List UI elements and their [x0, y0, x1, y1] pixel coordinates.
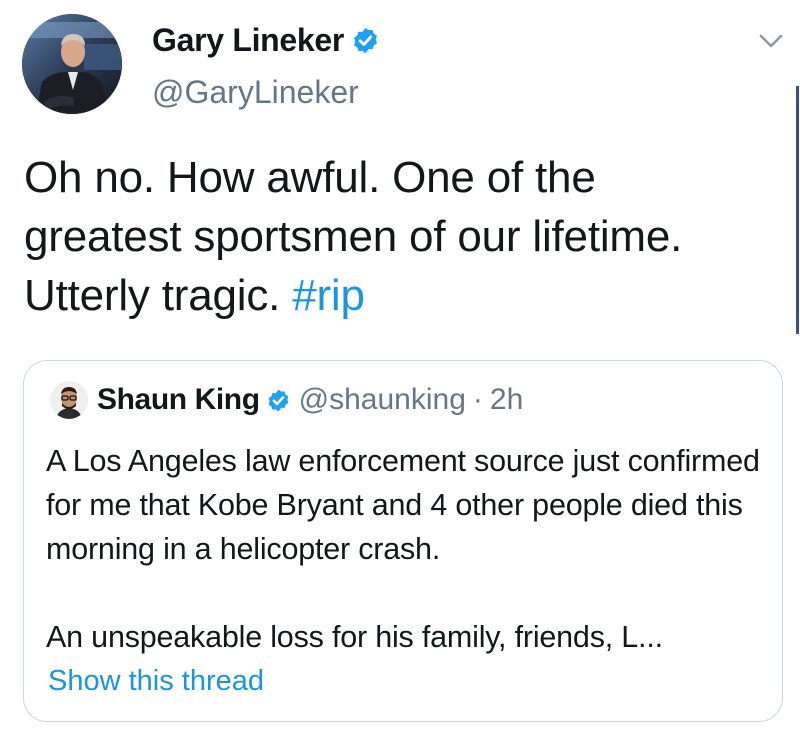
quoted-paragraph: A Los Angeles law enforcement source jus… [46, 444, 760, 566]
verified-badge-icon [268, 389, 289, 411]
author-name-row: Gary Lineker [152, 22, 380, 59]
quoted-timestamp[interactable]: 2h [490, 383, 523, 417]
edge-divider [796, 86, 799, 334]
show-thread-link[interactable]: Show this thread [48, 665, 264, 698]
chevron-down-icon[interactable] [758, 30, 784, 52]
author-handle[interactable]: @GaryLineker [152, 74, 359, 111]
tweet-text: Oh no. How awful. One of the greatest sp… [24, 148, 764, 325]
author-avatar-image [22, 14, 122, 114]
author-avatar[interactable] [22, 14, 122, 114]
quoted-author-avatar[interactable] [50, 381, 88, 419]
quoted-paragraph: An unspeakable loss for his family, frie… [46, 620, 663, 654]
quoted-author-avatar-image [50, 381, 88, 419]
verified-badge-icon [354, 27, 378, 54]
author-display-name[interactable]: Gary Lineker [152, 22, 344, 59]
hashtag-link[interactable]: #rip [292, 271, 365, 320]
header-separator: · [472, 383, 483, 416]
tweet: Gary Lineker @GaryLineker Oh no. How awf… [0, 0, 800, 753]
quoted-tweet-text: A Los Angeles law enforcement source jus… [46, 439, 768, 659]
quoted-author-handle[interactable]: @shaunking [299, 383, 466, 417]
quoted-tweet-card[interactable]: Shaun King @shaunking · 2h A Los Angeles… [23, 360, 783, 722]
quoted-author-name[interactable]: Shaun King [97, 383, 260, 417]
quoted-tweet-header: Shaun King @shaunking · 2h [50, 381, 523, 419]
